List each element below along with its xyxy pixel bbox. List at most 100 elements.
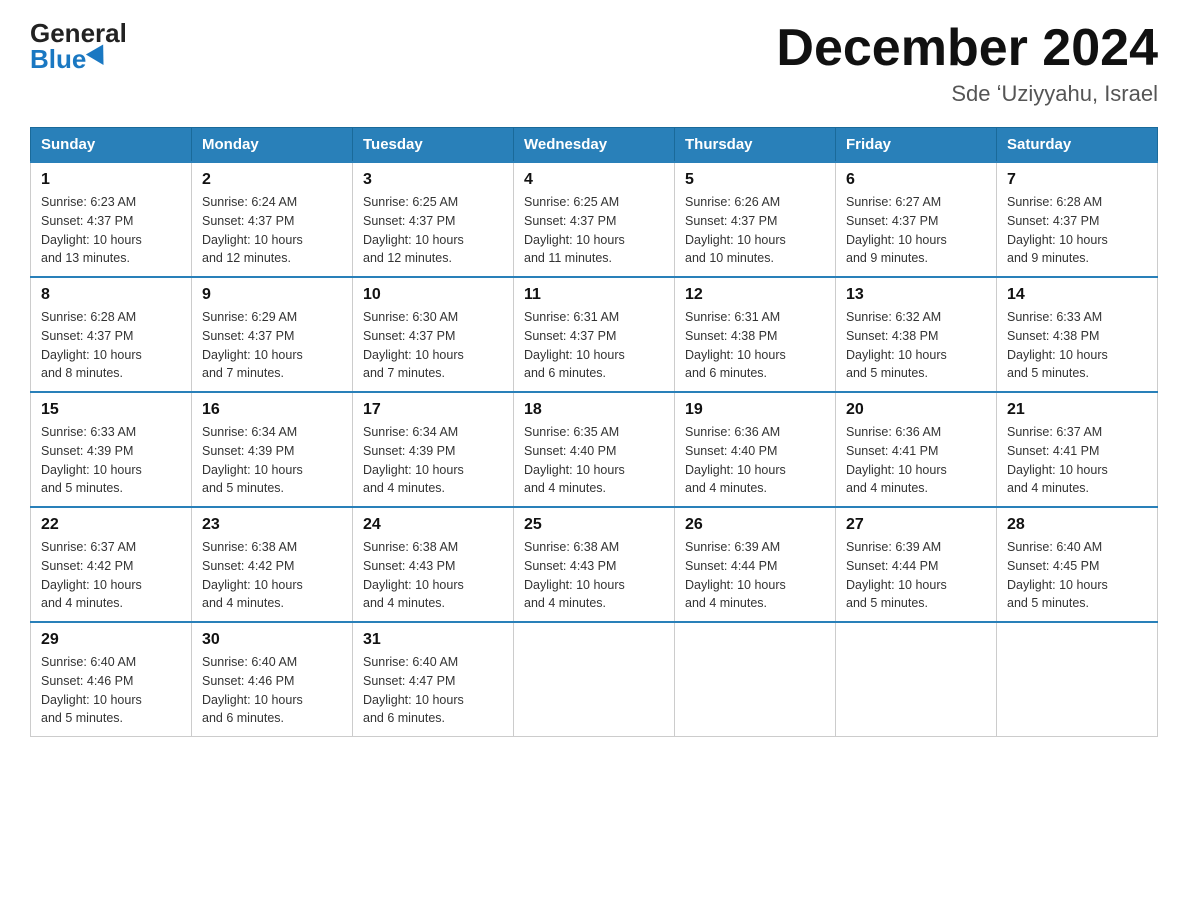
day-info: Sunrise: 6:31 AM Sunset: 4:37 PM Dayligh… <box>524 308 664 383</box>
day-number: 11 <box>524 286 664 304</box>
day-number: 17 <box>363 401 503 419</box>
calendar-week-row: 1 Sunrise: 6:23 AM Sunset: 4:37 PM Daylig… <box>31 162 1158 277</box>
day-number: 28 <box>1007 516 1147 534</box>
day-number: 5 <box>685 171 825 189</box>
day-number: 8 <box>41 286 181 304</box>
day-info: Sunrise: 6:33 AM Sunset: 4:38 PM Dayligh… <box>1007 308 1147 383</box>
calendar-cell: 7 Sunrise: 6:28 AM Sunset: 4:37 PM Daylig… <box>997 162 1158 277</box>
day-info: Sunrise: 6:30 AM Sunset: 4:37 PM Dayligh… <box>363 308 503 383</box>
day-number: 10 <box>363 286 503 304</box>
calendar-cell: 12Sunrise: 6:31 AM Sunset: 4:38 PM Dayli… <box>675 277 836 392</box>
day-number: 20 <box>846 401 986 419</box>
calendar-cell: 23 Sunrise: 6:38 AM Sunset: 4:42 PM Dayli… <box>192 507 353 622</box>
day-info: Sunrise: 6:38 AM Sunset: 4:42 PM Dayligh… <box>202 538 342 613</box>
calendar-cell <box>514 622 675 737</box>
day-number: 25 <box>524 516 664 534</box>
calendar-header-friday: Friday <box>836 128 997 163</box>
calendar-cell: 24 Sunrise: 6:38 AM Sunset: 4:43 PM Dayli… <box>353 507 514 622</box>
logo-triangle-icon <box>86 44 112 70</box>
day-number: 2 <box>202 171 342 189</box>
calendar-cell: 8 Sunrise: 6:28 AM Sunset: 4:37 PM Daylig… <box>31 277 192 392</box>
day-number: 3 <box>363 171 503 189</box>
day-info: Sunrise: 6:29 AM Sunset: 4:37 PM Dayligh… <box>202 308 342 383</box>
day-number: 4 <box>524 171 664 189</box>
calendar-cell: 15 Sunrise: 6:33 AM Sunset: 4:39 PM Dayli… <box>31 392 192 507</box>
calendar-header-row: SundayMondayTuesdayWednesdayThursdayFrid… <box>31 128 1158 163</box>
calendar-cell: 9 Sunrise: 6:29 AM Sunset: 4:37 PM Daylig… <box>192 277 353 392</box>
calendar-cell: 28Sunrise: 6:40 AM Sunset: 4:45 PM Dayli… <box>997 507 1158 622</box>
day-info: Sunrise: 6:40 AM Sunset: 4:46 PM Dayligh… <box>202 653 342 728</box>
day-info: Sunrise: 6:25 AM Sunset: 4:37 PM Dayligh… <box>524 193 664 268</box>
day-info: Sunrise: 6:25 AM Sunset: 4:37 PM Dayligh… <box>363 193 503 268</box>
calendar-cell: 19 Sunrise: 6:36 AM Sunset: 4:40 PM Dayli… <box>675 392 836 507</box>
calendar-cell: 17 Sunrise: 6:34 AM Sunset: 4:39 PM Dayli… <box>353 392 514 507</box>
day-info: Sunrise: 6:40 AM Sunset: 4:46 PM Dayligh… <box>41 653 181 728</box>
calendar-cell: 11 Sunrise: 6:31 AM Sunset: 4:37 PM Dayli… <box>514 277 675 392</box>
day-info: Sunrise: 6:27 AM Sunset: 4:37 PM Dayligh… <box>846 193 986 268</box>
day-info: Sunrise: 6:39 AM Sunset: 4:44 PM Dayligh… <box>685 538 825 613</box>
calendar-cell <box>675 622 836 737</box>
page-header: General Blue December 2024 Sde ʻUziyyahu… <box>30 20 1158 107</box>
day-number: 14 <box>1007 286 1147 304</box>
calendar-week-row: 29 Sunrise: 6:40 AM Sunset: 4:46 PM Dayli… <box>31 622 1158 737</box>
day-number: 24 <box>363 516 503 534</box>
logo-general-text: General <box>30 20 127 46</box>
day-number: 16 <box>202 401 342 419</box>
day-number: 22 <box>41 516 181 534</box>
calendar-cell: 25Sunrise: 6:38 AM Sunset: 4:43 PM Dayli… <box>514 507 675 622</box>
day-info: Sunrise: 6:28 AM Sunset: 4:37 PM Dayligh… <box>1007 193 1147 268</box>
location-title: Sde ʻUziyyahu, Israel <box>776 81 1158 107</box>
day-info: Sunrise: 6:28 AM Sunset: 4:37 PM Dayligh… <box>41 308 181 383</box>
calendar-week-row: 22 Sunrise: 6:37 AM Sunset: 4:42 PM Dayli… <box>31 507 1158 622</box>
day-number: 9 <box>202 286 342 304</box>
calendar-header-wednesday: Wednesday <box>514 128 675 163</box>
day-info: Sunrise: 6:36 AM Sunset: 4:40 PM Dayligh… <box>685 423 825 498</box>
day-number: 29 <box>41 631 181 649</box>
calendar-table: SundayMondayTuesdayWednesdayThursdayFrid… <box>30 127 1158 737</box>
day-info: Sunrise: 6:32 AM Sunset: 4:38 PM Dayligh… <box>846 308 986 383</box>
day-number: 31 <box>363 631 503 649</box>
day-number: 1 <box>41 171 181 189</box>
calendar-cell: 5 Sunrise: 6:26 AM Sunset: 4:37 PM Daylig… <box>675 162 836 277</box>
calendar-cell: 14 Sunrise: 6:33 AM Sunset: 4:38 PM Dayli… <box>997 277 1158 392</box>
day-number: 30 <box>202 631 342 649</box>
calendar-cell <box>997 622 1158 737</box>
day-number: 15 <box>41 401 181 419</box>
day-info: Sunrise: 6:34 AM Sunset: 4:39 PM Dayligh… <box>363 423 503 498</box>
day-info: Sunrise: 6:40 AM Sunset: 4:47 PM Dayligh… <box>363 653 503 728</box>
logo-blue-text: Blue <box>30 46 110 72</box>
day-number: 19 <box>685 401 825 419</box>
day-info: Sunrise: 6:26 AM Sunset: 4:37 PM Dayligh… <box>685 193 825 268</box>
day-info: Sunrise: 6:34 AM Sunset: 4:39 PM Dayligh… <box>202 423 342 498</box>
logo: General Blue <box>30 20 127 72</box>
day-number: 12 <box>685 286 825 304</box>
calendar-cell: 31 Sunrise: 6:40 AM Sunset: 4:47 PM Dayli… <box>353 622 514 737</box>
calendar-header-thursday: Thursday <box>675 128 836 163</box>
calendar-week-row: 15 Sunrise: 6:33 AM Sunset: 4:39 PM Dayli… <box>31 392 1158 507</box>
calendar-header-monday: Monday <box>192 128 353 163</box>
day-info: Sunrise: 6:38 AM Sunset: 4:43 PM Dayligh… <box>363 538 503 613</box>
calendar-header-saturday: Saturday <box>997 128 1158 163</box>
calendar-cell: 27Sunrise: 6:39 AM Sunset: 4:44 PM Dayli… <box>836 507 997 622</box>
day-number: 7 <box>1007 171 1147 189</box>
calendar-cell <box>836 622 997 737</box>
title-block: December 2024 Sde ʻUziyyahu, Israel <box>776 20 1158 107</box>
calendar-week-row: 8 Sunrise: 6:28 AM Sunset: 4:37 PM Daylig… <box>31 277 1158 392</box>
day-info: Sunrise: 6:23 AM Sunset: 4:37 PM Dayligh… <box>41 193 181 268</box>
calendar-cell: 22 Sunrise: 6:37 AM Sunset: 4:42 PM Dayli… <box>31 507 192 622</box>
calendar-header-tuesday: Tuesday <box>353 128 514 163</box>
calendar-cell: 30 Sunrise: 6:40 AM Sunset: 4:46 PM Dayli… <box>192 622 353 737</box>
calendar-cell: 3 Sunrise: 6:25 AM Sunset: 4:37 PM Daylig… <box>353 162 514 277</box>
calendar-cell: 1 Sunrise: 6:23 AM Sunset: 4:37 PM Daylig… <box>31 162 192 277</box>
calendar-cell: 29 Sunrise: 6:40 AM Sunset: 4:46 PM Dayli… <box>31 622 192 737</box>
calendar-cell: 6 Sunrise: 6:27 AM Sunset: 4:37 PM Daylig… <box>836 162 997 277</box>
calendar-cell: 2Sunrise: 6:24 AM Sunset: 4:37 PM Daylig… <box>192 162 353 277</box>
day-number: 23 <box>202 516 342 534</box>
day-info: Sunrise: 6:33 AM Sunset: 4:39 PM Dayligh… <box>41 423 181 498</box>
day-number: 6 <box>846 171 986 189</box>
day-info: Sunrise: 6:37 AM Sunset: 4:42 PM Dayligh… <box>41 538 181 613</box>
day-info: Sunrise: 6:37 AM Sunset: 4:41 PM Dayligh… <box>1007 423 1147 498</box>
calendar-cell: 21 Sunrise: 6:37 AM Sunset: 4:41 PM Dayli… <box>997 392 1158 507</box>
day-number: 21 <box>1007 401 1147 419</box>
day-number: 13 <box>846 286 986 304</box>
